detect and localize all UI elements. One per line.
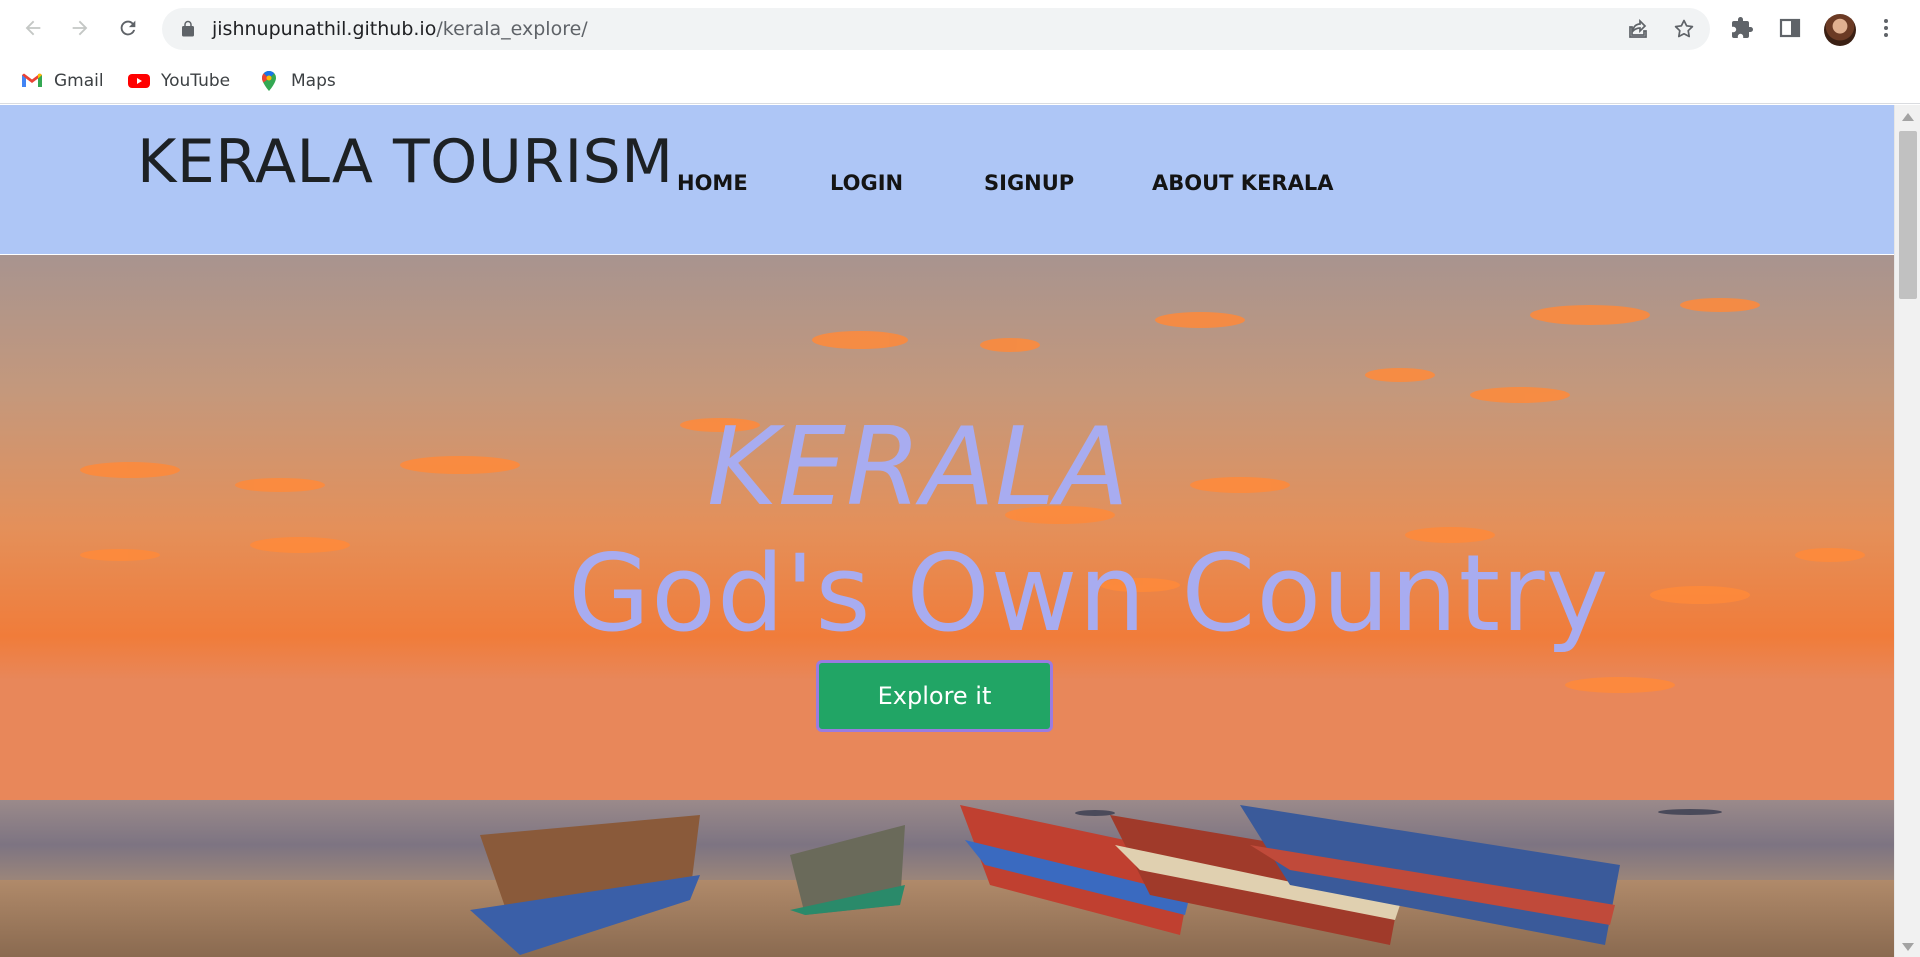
nav-home[interactable]: HOME bbox=[677, 171, 748, 195]
browser-menu-button[interactable] bbox=[1872, 14, 1900, 42]
lock-icon bbox=[182, 20, 194, 37]
nav-about-kerala[interactable]: ABOUT KERALA bbox=[1152, 171, 1333, 195]
scrollbar-thumb[interactable] bbox=[1899, 131, 1917, 299]
url-path: /kerala_explore/ bbox=[436, 18, 588, 40]
bookmarks-bar: Gmail YouTube Maps bbox=[0, 58, 1920, 104]
more-vertical-icon bbox=[1884, 19, 1888, 37]
site-header: KERALA TOURISM HOME LOGIN SIGNUP ABOUT K… bbox=[0, 105, 1894, 255]
back-button[interactable] bbox=[16, 11, 50, 45]
share-icon[interactable] bbox=[1626, 17, 1650, 41]
reload-icon bbox=[120, 20, 136, 36]
bookmark-label: Gmail bbox=[54, 71, 104, 91]
forward-arrow-icon bbox=[72, 20, 88, 36]
bookmark-maps[interactable]: Maps bbox=[257, 65, 336, 97]
hero-title: KERALA bbox=[707, 405, 1130, 530]
gmail-icon bbox=[22, 73, 42, 87]
puzzle-icon bbox=[1732, 17, 1753, 38]
url-host: jishnupunathil.github.io bbox=[212, 18, 437, 40]
hero-subtitle: God's Own Country bbox=[568, 532, 1610, 655]
browser-toolbar: jishnupunathil.github.io/kerala_explore/ bbox=[0, 0, 1920, 58]
back-arrow-icon bbox=[25, 20, 41, 36]
side-panel-icon bbox=[1779, 18, 1801, 38]
bookmark-youtube[interactable]: YouTube bbox=[127, 65, 230, 97]
extensions-button[interactable] bbox=[1728, 14, 1756, 42]
bookmark-gmail[interactable]: Gmail bbox=[20, 65, 104, 97]
side-panel-button[interactable] bbox=[1776, 14, 1804, 42]
maps-icon bbox=[261, 70, 276, 91]
scroll-down-arrow-icon[interactable] bbox=[1902, 943, 1914, 951]
url-text: jishnupunathil.github.io/kerala_explore/ bbox=[212, 18, 588, 40]
hero-section: KERALA God's Own Country Explore it bbox=[0, 255, 1894, 957]
forward-button[interactable] bbox=[63, 11, 97, 45]
page-viewport: KERALA TOURISM HOME LOGIN SIGNUP ABOUT K… bbox=[0, 105, 1894, 957]
bookmark-star-icon[interactable] bbox=[1672, 17, 1696, 41]
nav-login[interactable]: LOGIN bbox=[830, 171, 903, 195]
scroll-up-arrow-icon[interactable] bbox=[1902, 113, 1914, 121]
reload-button[interactable] bbox=[111, 11, 145, 45]
nav-signup[interactable]: SIGNUP bbox=[984, 171, 1074, 195]
site-brand[interactable]: KERALA TOURISM bbox=[137, 127, 674, 197]
youtube-icon bbox=[128, 74, 150, 88]
explore-button[interactable]: Explore it bbox=[816, 660, 1053, 732]
page-scrollbar[interactable] bbox=[1894, 105, 1920, 957]
bookmark-label: Maps bbox=[291, 71, 336, 91]
address-bar[interactable]: jishnupunathil.github.io/kerala_explore/ bbox=[162, 8, 1710, 50]
bookmark-label: YouTube bbox=[161, 71, 231, 91]
profile-avatar[interactable] bbox=[1824, 14, 1856, 46]
